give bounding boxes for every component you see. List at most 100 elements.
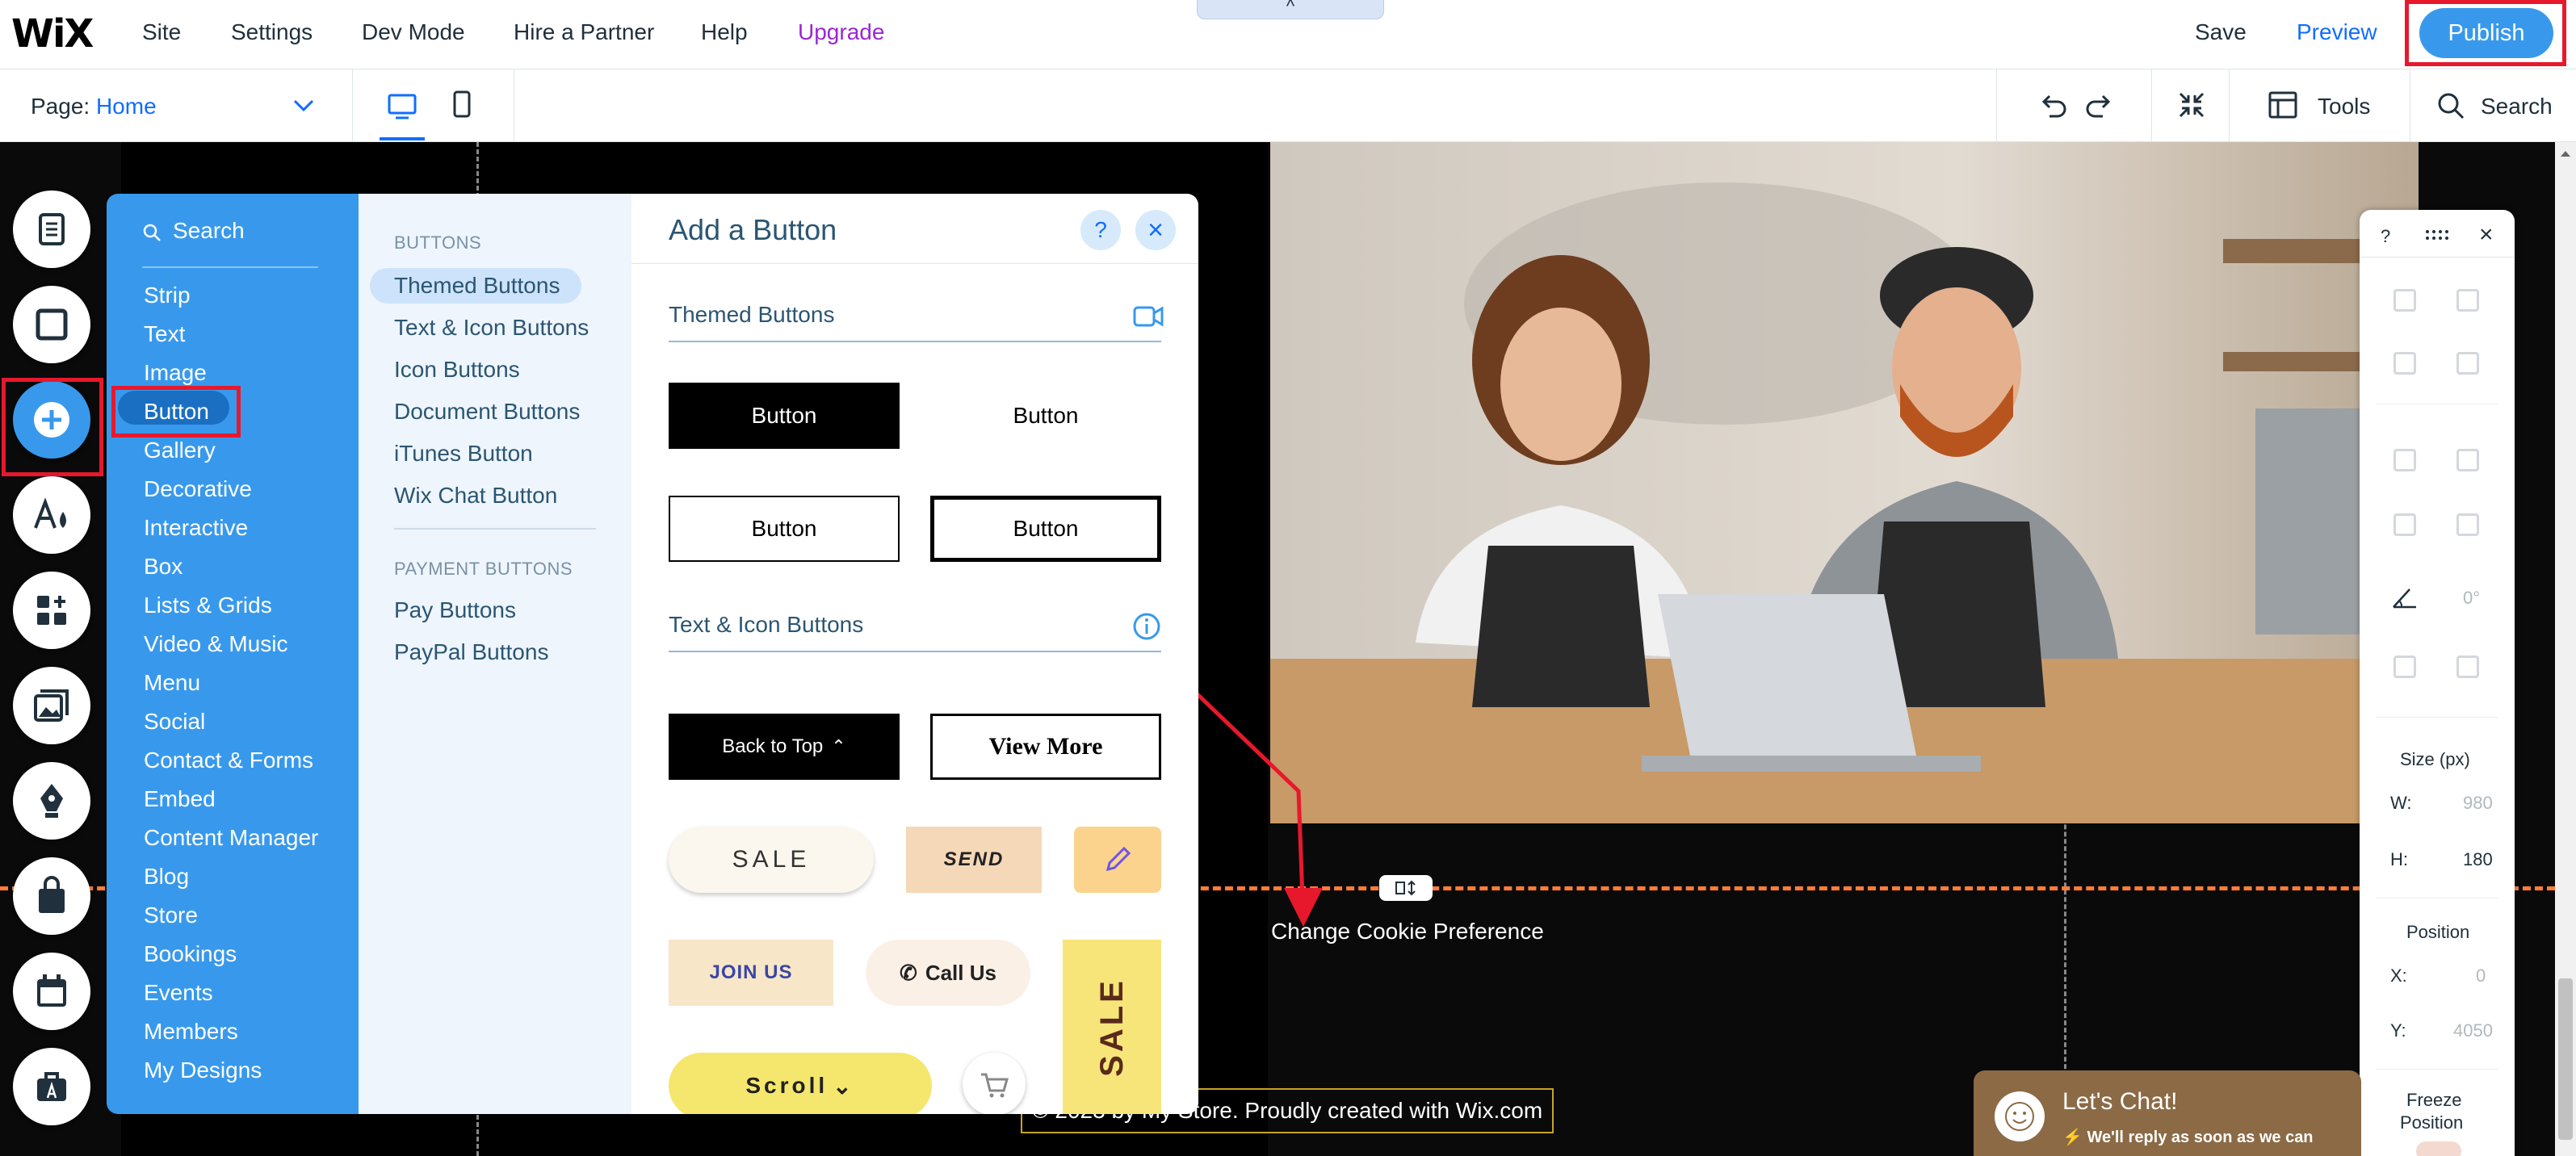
join-us-button[interactable]: JOIN US bbox=[669, 940, 833, 1006]
store-button[interactable] bbox=[13, 857, 90, 935]
height-value[interactable]: 180 bbox=[2463, 849, 2493, 870]
category-my-designs[interactable]: My Designs bbox=[144, 1058, 262, 1083]
app-market-button[interactable] bbox=[13, 572, 90, 649]
sale-button[interactable]: SALE bbox=[669, 827, 874, 893]
menu-site[interactable]: Site bbox=[142, 19, 181, 45]
category-search-input[interactable]: Search bbox=[173, 218, 245, 244]
duplicate-icon[interactable] bbox=[2393, 352, 2416, 375]
category-decorative[interactable]: Decorative bbox=[144, 476, 252, 502]
panel-close-icon[interactable]: × bbox=[2479, 221, 2494, 249]
help-button[interactable]: ? bbox=[1080, 210, 1121, 250]
flip-horizontal-icon[interactable] bbox=[2393, 655, 2416, 678]
category-lists-grids[interactable]: Lists & Grids bbox=[144, 593, 272, 618]
sub-pay-buttons[interactable]: Pay Buttons bbox=[394, 597, 516, 623]
edit-button[interactable] bbox=[1074, 827, 1161, 893]
themed-button-plain[interactable]: Button bbox=[930, 383, 1161, 449]
align-icon[interactable] bbox=[2456, 449, 2479, 471]
wix-logo[interactable]: WiX bbox=[11, 11, 94, 57]
preview-button[interactable]: Preview bbox=[2297, 19, 2377, 45]
category-strip[interactable]: Strip bbox=[144, 283, 191, 308]
freeze-toggle[interactable] bbox=[2416, 1141, 2461, 1156]
category-contact-forms[interactable]: Contact & Forms bbox=[144, 748, 313, 773]
desktop-view-button[interactable] bbox=[380, 82, 425, 140]
x-value[interactable]: 0 bbox=[2476, 965, 2486, 986]
sale-vertical-button[interactable]: SALE bbox=[1063, 940, 1161, 1114]
page-selector[interactable]: Page: Home bbox=[31, 94, 157, 119]
menu-dev-mode[interactable]: Dev Mode bbox=[362, 19, 465, 45]
search-button[interactable]: Search bbox=[2481, 94, 2553, 119]
close-panel-button[interactable]: × bbox=[1135, 210, 1176, 250]
themed-button-outline[interactable]: Button bbox=[669, 496, 900, 562]
category-image[interactable]: Image bbox=[144, 360, 207, 386]
mobile-icon[interactable] bbox=[447, 87, 476, 123]
category-social[interactable]: Social bbox=[144, 709, 205, 735]
hero-image[interactable] bbox=[1270, 142, 2419, 823]
view-more-button[interactable]: View More bbox=[930, 714, 1161, 780]
tools-icon[interactable] bbox=[2268, 90, 2298, 119]
category-video-music[interactable]: Video & Music bbox=[144, 631, 287, 657]
collapse-toolbar-button[interactable]: ^ bbox=[1197, 0, 1384, 19]
sub-itunes-button[interactable]: iTunes Button bbox=[394, 441, 533, 467]
flip-vertical-icon[interactable] bbox=[2456, 655, 2479, 678]
blog-button[interactable] bbox=[13, 762, 90, 840]
category-box[interactable]: Box bbox=[144, 554, 183, 580]
menu-hire-partner[interactable]: Hire a Partner bbox=[514, 19, 654, 45]
category-members[interactable]: Members bbox=[144, 1019, 238, 1045]
theme-button[interactable] bbox=[13, 476, 90, 554]
send-button[interactable]: SEND bbox=[906, 827, 1042, 893]
category-events[interactable]: Events bbox=[144, 980, 213, 1006]
category-text[interactable]: Text bbox=[144, 321, 185, 347]
panel-help-icon[interactable]: ? bbox=[2381, 226, 2390, 247]
canvas-scrollbar[interactable] bbox=[2555, 142, 2576, 1156]
rotation-value[interactable]: 0° bbox=[2463, 588, 2480, 609]
arrange-icon[interactable] bbox=[2393, 449, 2416, 471]
category-embed[interactable]: Embed bbox=[144, 786, 216, 812]
scrollbar-thumb[interactable] bbox=[2558, 978, 2573, 1140]
delete-icon[interactable] bbox=[2456, 352, 2479, 375]
sub-themed-buttons[interactable]: Themed Buttons bbox=[394, 273, 560, 299]
category-interactive[interactable]: Interactive bbox=[144, 515, 248, 541]
section-resize-handle[interactable] bbox=[1379, 875, 1433, 901]
distribute-icon[interactable] bbox=[2393, 513, 2416, 536]
chevron-down-icon[interactable] bbox=[292, 98, 315, 113]
scroll-up-arrow-icon[interactable] bbox=[2559, 149, 2572, 158]
info-icon[interactable] bbox=[1132, 612, 1161, 641]
pages-button[interactable] bbox=[13, 191, 90, 268]
search-icon[interactable] bbox=[2435, 90, 2466, 121]
sub-text-icon-buttons[interactable]: Text & Icon Buttons bbox=[394, 315, 589, 341]
sub-wix-chat-button[interactable]: Wix Chat Button bbox=[394, 483, 557, 509]
menu-help[interactable]: Help bbox=[701, 19, 748, 45]
drag-handle-icon[interactable] bbox=[2424, 229, 2452, 241]
menu-settings[interactable]: Settings bbox=[231, 19, 313, 45]
video-tutorial-icon[interactable] bbox=[1132, 304, 1164, 329]
business-button[interactable] bbox=[13, 1048, 90, 1125]
paste-icon[interactable] bbox=[2456, 289, 2479, 312]
cart-button[interactable] bbox=[963, 1053, 1026, 1114]
redo-icon[interactable] bbox=[2083, 89, 2116, 121]
tools-button[interactable]: Tools bbox=[2318, 94, 2370, 119]
background-button[interactable] bbox=[13, 286, 90, 363]
chat-widget[interactable]: Let's Chat! ⚡ We'll reply as soon as we … bbox=[1974, 1070, 2361, 1156]
undo-icon[interactable] bbox=[2037, 89, 2069, 121]
rotate-angle-icon[interactable] bbox=[2390, 586, 2419, 610]
back-to-top-button[interactable]: Back to Top ⌃ bbox=[669, 714, 900, 780]
save-button[interactable]: Save bbox=[2195, 19, 2247, 45]
match-size-icon[interactable] bbox=[2456, 513, 2479, 536]
sub-icon-buttons[interactable]: Icon Buttons bbox=[394, 357, 520, 383]
bookings-button[interactable] bbox=[13, 953, 90, 1030]
media-button[interactable] bbox=[13, 667, 90, 744]
category-bookings[interactable]: Bookings bbox=[144, 941, 237, 967]
copy-icon[interactable] bbox=[2393, 289, 2416, 312]
menu-upgrade[interactable]: Upgrade bbox=[798, 19, 884, 45]
zoom-out-icon[interactable] bbox=[2175, 89, 2208, 121]
call-us-button[interactable]: ✆ Call Us bbox=[866, 940, 1030, 1006]
category-store[interactable]: Store bbox=[144, 903, 198, 928]
themed-button-solid[interactable]: Button bbox=[669, 383, 900, 449]
scroll-button[interactable]: Scroll ⌄ bbox=[669, 1053, 932, 1114]
sub-paypal-buttons[interactable]: PayPal Buttons bbox=[394, 639, 548, 665]
sub-document-buttons[interactable]: Document Buttons bbox=[394, 399, 580, 425]
category-blog[interactable]: Blog bbox=[144, 864, 189, 890]
width-value[interactable]: 980 bbox=[2463, 793, 2493, 814]
category-content-manager[interactable]: Content Manager bbox=[144, 825, 318, 851]
category-menu[interactable]: Menu bbox=[144, 670, 200, 696]
